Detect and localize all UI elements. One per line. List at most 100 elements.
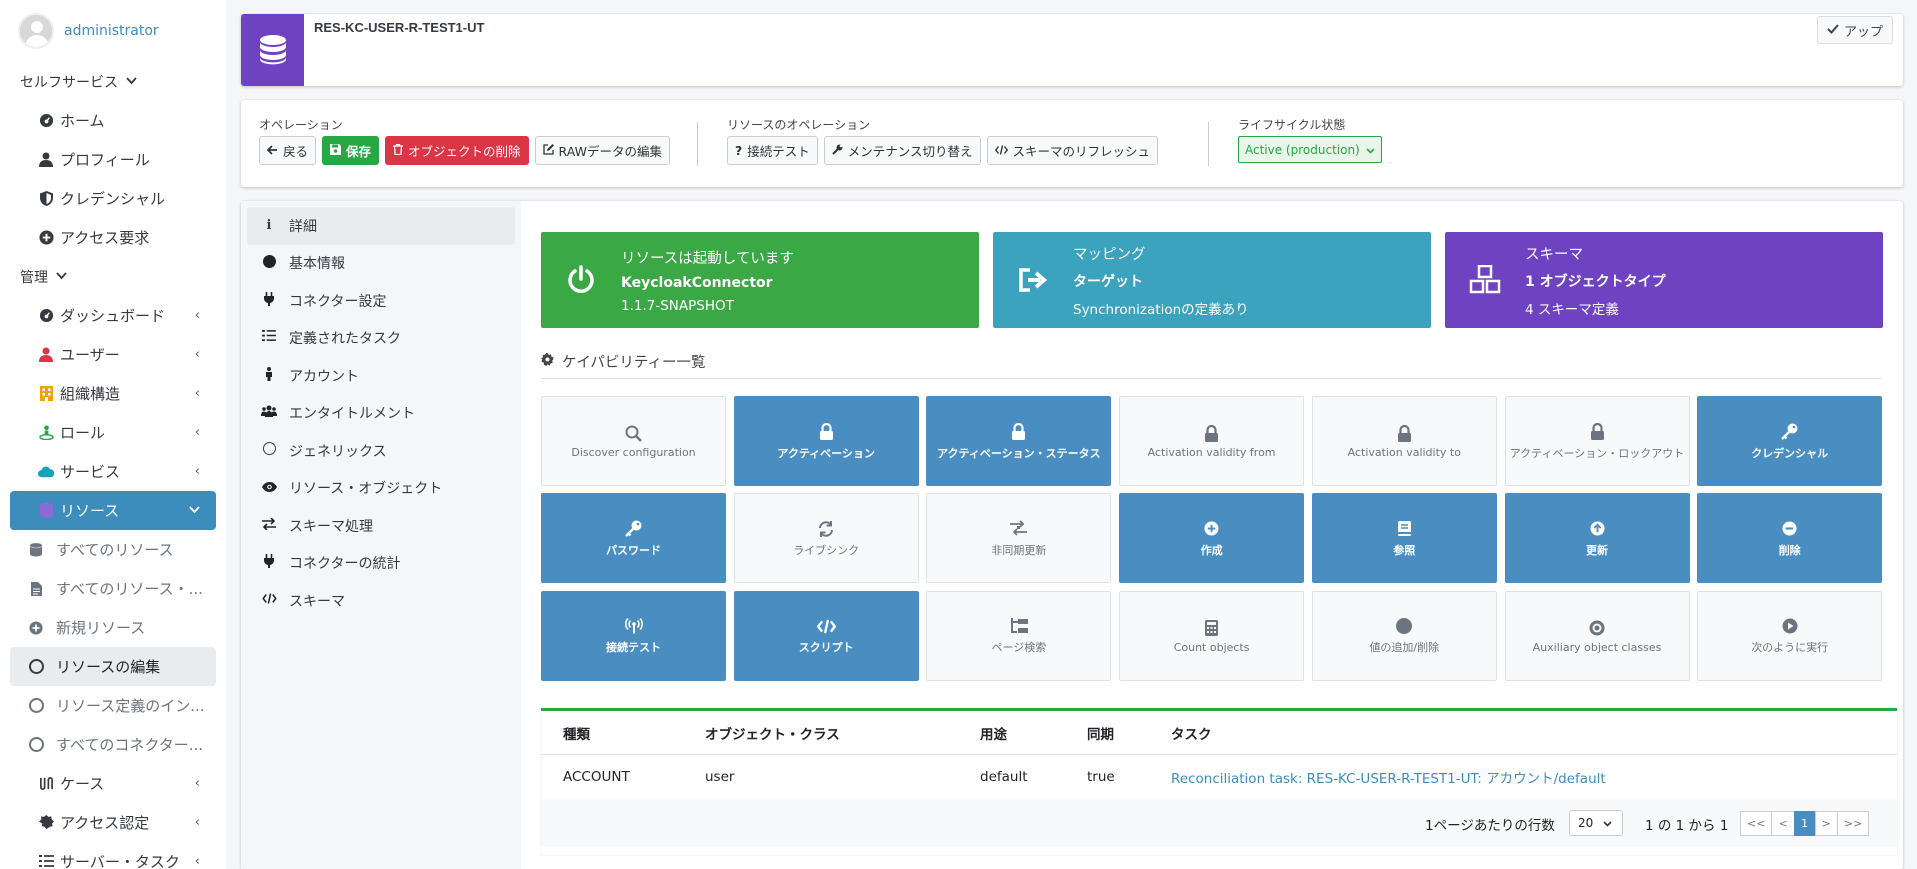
cell-intent: default	[980, 769, 1028, 785]
page-1-button[interactable]: 1	[1793, 811, 1816, 836]
capability-tile: Activation validity from	[1119, 396, 1305, 486]
admin-header[interactable]: 管理	[0, 257, 226, 296]
nav-users[interactable]: ユーザー ‹	[10, 335, 216, 374]
dot-circle-icon	[1589, 618, 1605, 638]
tab-connector-stats[interactable]: コネクターの統計	[247, 545, 515, 583]
nav-access-request[interactable]: アクセス要求	[10, 218, 216, 257]
nav-cases[interactable]: ケース ‹	[10, 764, 216, 803]
save-button-label: 保存	[346, 144, 372, 159]
nav-certification[interactable]: アクセス認定 ‹	[10, 803, 216, 842]
user-panel[interactable]: administrator	[0, 0, 226, 62]
tab-schema-handling[interactable]: スキーマ処理	[247, 507, 515, 545]
nav-profile[interactable]: プロフィール	[10, 140, 216, 179]
capability-tile: 作成	[1119, 493, 1305, 584]
test-connection-button[interactable]: ? 接続テスト	[727, 136, 818, 165]
column-header-kind[interactable]: 種類	[563, 723, 590, 743]
capability-tile: 参照	[1311, 493, 1497, 584]
column-header-intent[interactable]: 用途	[980, 723, 1007, 743]
back-button-label: 戻る	[283, 144, 309, 159]
nav-all-resource-objects[interactable]: すべてのリソース・...	[10, 569, 216, 608]
cubes-icon	[1445, 265, 1525, 295]
save-icon	[330, 143, 342, 158]
table-row: ACCOUNT user default true Reconciliation…	[541, 755, 1897, 799]
last-page-button[interactable]: >>	[1836, 811, 1870, 836]
cell-object-class: user	[705, 769, 735, 785]
lifecycle-select[interactable]: Active (production)	[1238, 136, 1382, 163]
resource-name: RES-KC-USER-R-TEST1-UT	[314, 20, 485, 35]
self-service-header-label: セルフサービス	[20, 74, 118, 91]
capability-tile: 値の追加/削除	[1311, 590, 1497, 681]
column-header-sync[interactable]: 同期	[1087, 723, 1114, 743]
capability-tile: アクティベーション・ステータス	[926, 396, 1112, 486]
nav-dashboard[interactable]: ダッシュボード ‹	[10, 296, 216, 335]
shield-icon	[38, 191, 54, 207]
up-button[interactable]: アップ	[1816, 16, 1893, 44]
column-header-object-class[interactable]: オブジェクト・クラス	[705, 723, 840, 743]
nav-services[interactable]: サービス ‹	[10, 452, 216, 491]
capability-label: Activation validity from	[1147, 446, 1276, 459]
tab-details[interactable]: i 詳細	[247, 207, 515, 245]
nav-new-resource[interactable]: 新規リソース	[10, 608, 216, 647]
refresh-schema-button[interactable]: スキーマのリフレッシュ	[986, 136, 1159, 165]
chevron-left-icon: ‹	[194, 776, 200, 791]
nav-import-resource-def[interactable]: リソース定義のイン...	[10, 686, 216, 725]
back-button[interactable]: 戻る	[259, 136, 317, 165]
tab-defined-tasks[interactable]: 定義されたタスク	[247, 320, 515, 358]
capability-label: ページ検索	[991, 641, 1047, 655]
pager-count: 1 の 1 から 1	[1645, 818, 1729, 834]
tab-generics[interactable]: ジェネリックス	[247, 432, 515, 470]
chevron-left-icon: ‹	[194, 308, 200, 323]
check-icon	[1827, 23, 1839, 38]
delete-object-button-label: オブジェクトの削除	[408, 144, 521, 159]
nav-all-connectors[interactable]: すべてのコネクター...	[10, 725, 216, 764]
first-page-button[interactable]: <<	[1740, 811, 1773, 836]
nav-edit-resource[interactable]: リソースの編集	[10, 647, 216, 686]
chevron-left-icon: ‹	[194, 386, 200, 401]
task-link[interactable]: Reconciliation task: RES-KC-USER-R-TEST1…	[1171, 767, 1606, 787]
nav-all-resources[interactable]: すべてのリソース	[10, 530, 216, 569]
next-page-button[interactable]: >	[1814, 811, 1838, 836]
tab-basic[interactable]: 基本情報	[247, 245, 515, 283]
nav-all-resource-objects-label: すべてのリソース・...	[56, 580, 203, 598]
nav-roles[interactable]: ロール ‹	[10, 413, 216, 452]
circle-outline-icon	[261, 442, 277, 459]
delete-object-button[interactable]: オブジェクトの削除	[385, 136, 529, 165]
capability-label: パスワード	[606, 543, 661, 557]
maintenance-toggle-button[interactable]: メンテナンス切り替え	[823, 136, 981, 165]
save-button[interactable]: 保存	[322, 136, 380, 165]
prev-page-button[interactable]: <	[1771, 811, 1795, 836]
code-icon	[261, 593, 277, 608]
table-header-row: 種類 オブジェクト・クラス 用途 同期 タスク	[541, 711, 1897, 755]
tab-schema-handling-label: スキーマ処理	[289, 518, 373, 535]
arrow-left-icon	[266, 143, 278, 158]
tab-entitlements[interactable]: エンタイトルメント	[247, 395, 515, 433]
raw-edit-button-label: RAWデータの編集	[558, 144, 662, 159]
capability-tile: ページ検索	[926, 590, 1112, 681]
tab-entitlements-label: エンタイトルメント	[289, 406, 415, 423]
connector-version: 1.1.7-SNAPSHOT	[621, 297, 734, 314]
mapping-sub: Synchronizationの定義あり	[1073, 301, 1249, 318]
user-name[interactable]: administrator	[64, 23, 159, 39]
chevron-down-icon	[1603, 816, 1612, 830]
tab-resource-objects[interactable]: リソース・オブジェクト	[247, 470, 515, 508]
object-types-table: 種類 オブジェクト・クラス 用途 同期 タスク ACCOUNT user def…	[541, 708, 1897, 855]
tab-generics-label: ジェネリックス	[289, 443, 387, 460]
column-header-task[interactable]: タスク	[1171, 723, 1212, 743]
nav-resources[interactable]: リソース	[10, 491, 216, 530]
self-service-header[interactable]: セルフサービス	[0, 62, 226, 101]
nav-server-tasks[interactable]: サーバー・タスク ‹	[10, 842, 216, 869]
nav-home-label: ホーム	[60, 112, 105, 130]
tab-connector-config[interactable]: コネクター設定	[247, 282, 515, 320]
nav-credentials[interactable]: クレデンシャル	[10, 179, 216, 218]
tab-accounts[interactable]: アカウント	[247, 357, 515, 395]
nav-org[interactable]: 組織構造 ‹	[10, 374, 216, 413]
info-boxes: リソースは起動しています KeycloakConnector 1.1.7-SNA…	[541, 232, 1901, 328]
schema-box: スキーマ 1 オブジェクトタイプ 4 スキーマ定義	[1445, 232, 1883, 328]
nav-credentials-label: クレデンシャル	[60, 190, 166, 208]
rows-per-page-select[interactable]: 20	[1569, 810, 1623, 836]
nav-dashboard-label: ダッシュボード	[60, 307, 166, 325]
nav-home[interactable]: ホーム	[10, 101, 216, 140]
raw-edit-button[interactable]: RAWデータの編集	[534, 136, 670, 165]
tab-schema[interactable]: スキーマ	[247, 582, 515, 620]
book-icon	[1397, 519, 1411, 539]
